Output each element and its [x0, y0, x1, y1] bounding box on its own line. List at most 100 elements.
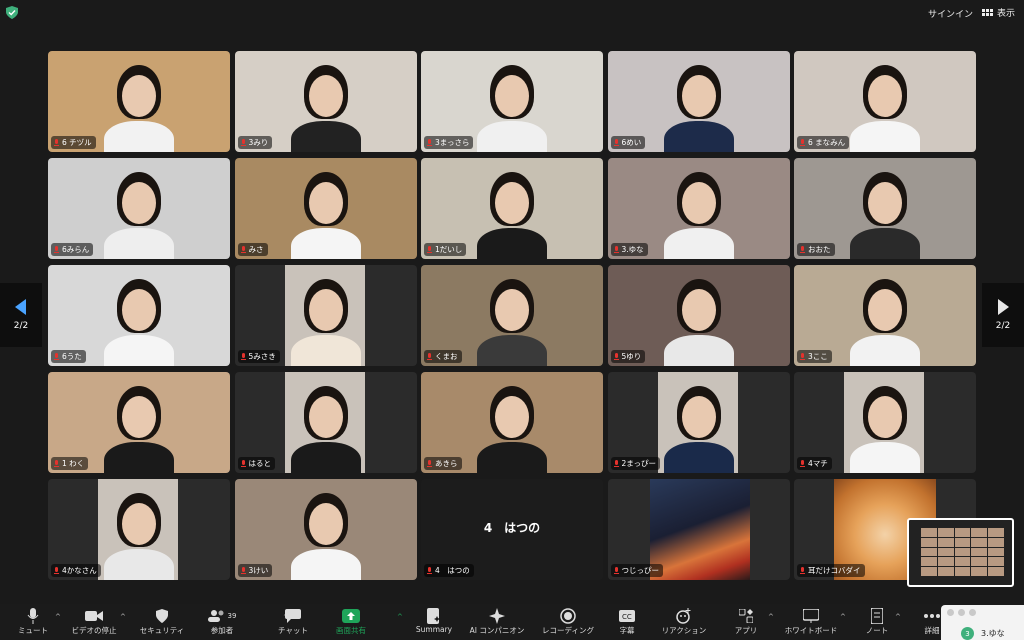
muted-mic-icon	[613, 459, 619, 468]
self-view-thumbnail[interactable]	[907, 518, 1014, 587]
share-screen-button[interactable]: 画面共有	[316, 607, 386, 636]
mini-tile	[937, 537, 954, 547]
participant-name-label: あきら	[424, 457, 462, 470]
video-tile[interactable]: 6みらん	[48, 158, 230, 259]
muted-mic-icon	[54, 352, 59, 361]
muted-mic-icon	[427, 352, 432, 361]
toolbar-label: AI コンパニオン	[469, 626, 525, 635]
muted-mic-icon	[427, 245, 432, 254]
muted-mic-icon	[54, 566, 59, 575]
participant-name-label: 6 まなみん	[797, 136, 850, 149]
video-tile[interactable]: 4 はつの 4 はつの	[421, 479, 603, 580]
participant-name-label: 6 チヅル	[51, 136, 96, 149]
mini-tile	[954, 567, 971, 576]
chevron-up-icon[interactable]: ^	[768, 613, 774, 621]
chevron-right-icon	[998, 299, 1009, 315]
mini-tile	[971, 547, 988, 557]
muted-mic-icon	[800, 138, 805, 147]
participant-name-label: 耳だけコバダイ	[797, 564, 865, 577]
signin-button[interactable]: サインイン	[928, 7, 973, 20]
reaction-button[interactable]: リアクション	[649, 607, 719, 636]
participant-count: 39	[227, 612, 237, 620]
muted-mic-icon	[800, 245, 805, 254]
apps-icon	[739, 607, 753, 625]
toolbar-label: チャット	[278, 626, 308, 635]
muted-mic-icon	[427, 138, 432, 147]
muted-mic-icon	[613, 566, 619, 575]
video-tile[interactable]: 3ここ	[794, 265, 976, 366]
muted-mic-icon	[800, 352, 805, 361]
mini-tile	[954, 528, 971, 537]
muted-mic-icon	[54, 138, 59, 147]
page-indicator-right: 2/2	[995, 321, 1011, 331]
participant-name-label: 5みさき	[237, 350, 280, 363]
video-tile[interactable]: 5みさき	[234, 265, 417, 366]
previous-page-button[interactable]: 2/2	[0, 283, 42, 347]
mini-tile	[921, 557, 937, 567]
participant-name: あきら	[435, 459, 458, 468]
video-tile[interactable]: あきら	[421, 372, 603, 473]
video-tile[interactable]: 6 チヅル	[48, 51, 230, 152]
participant-name-label: 4 はつの	[424, 564, 474, 577]
video-tile[interactable]: みさ	[234, 158, 417, 259]
video-tile[interactable]: 3みり	[234, 51, 417, 152]
participant-name-label: 3みり	[237, 136, 273, 149]
participant-name: 4マチ	[808, 459, 828, 468]
participant-name-label: 3けい	[237, 564, 273, 577]
muted-mic-icon	[427, 566, 432, 575]
participants-button[interactable]: 39 参加者	[187, 607, 257, 636]
video-tile[interactable]: 5ゆり	[607, 265, 790, 366]
notification-badge: 3	[961, 627, 974, 640]
participant-name: 4 はつの	[435, 566, 470, 575]
chat-notification-popup[interactable]: 3 3.ゆな	[941, 605, 1024, 640]
participant-name-label: 3まっさら	[424, 136, 474, 149]
video-tile[interactable]: つじっぴー	[607, 479, 790, 580]
muted-mic-icon	[240, 352, 246, 361]
video-tile[interactable]: 6めい	[607, 51, 790, 152]
video-tile[interactable]: はると	[234, 372, 417, 473]
next-page-button[interactable]: 2/2	[982, 283, 1024, 347]
security-shield-icon[interactable]	[6, 6, 18, 19]
chat-icon	[285, 607, 301, 625]
video-tile[interactable]: くまお	[421, 265, 603, 366]
mini-tile	[971, 567, 988, 576]
participant-name-label: 4かなさん	[51, 564, 101, 577]
participant-name-label: 6うた	[51, 350, 86, 363]
muted-mic-icon	[240, 138, 246, 147]
mini-tile	[971, 537, 988, 547]
video-tile[interactable]: 6 まなみん	[794, 51, 976, 152]
mini-tile	[921, 528, 937, 537]
video-tile[interactable]: 4マチ	[794, 372, 976, 473]
whiteboard-icon	[803, 607, 819, 625]
summary-button[interactable]: Summary	[399, 607, 469, 634]
captions-icon: CC	[619, 607, 635, 625]
mini-tile	[954, 557, 971, 567]
video-tile[interactable]: おおた	[794, 158, 976, 259]
muted-mic-icon	[800, 566, 805, 575]
video-tile[interactable]: 4かなさん	[48, 479, 230, 580]
toolbar-label: Summary	[415, 625, 453, 634]
microphone-button[interactable]: ミュート	[0, 607, 68, 636]
apps-button[interactable]: アプリ	[711, 607, 781, 636]
video-camera-button[interactable]: ビデオの停止	[59, 607, 129, 636]
whiteboard-button[interactable]: ホワイトボード	[776, 607, 846, 636]
ai-sparkle-button[interactable]: AI コンパニオン	[462, 607, 532, 636]
participant-name: 3けい	[248, 566, 269, 575]
participant-name-label: 2まっぴー	[610, 457, 660, 470]
muted-mic-icon	[240, 566, 246, 575]
toolbar-label: ホワイトボード	[784, 626, 838, 635]
video-tile[interactable]: 3まっさら	[421, 51, 603, 152]
video-tile[interactable]: 1 わく	[48, 372, 230, 473]
participants-icon: 39	[207, 607, 237, 625]
toolbar-label: 画面共有	[336, 626, 366, 635]
video-tile[interactable]: 3.ゆな	[607, 158, 790, 259]
video-camera-icon	[85, 607, 103, 625]
participant-name: 2まっぴー	[621, 459, 656, 468]
page-indicator-left: 2/2	[13, 321, 29, 331]
video-tile[interactable]: 2まっぴー	[607, 372, 790, 473]
chevron-up-icon[interactable]: ^	[120, 613, 126, 621]
video-tile[interactable]: 6うた	[48, 265, 230, 366]
view-button[interactable]: 表示	[982, 6, 1015, 19]
video-tile[interactable]: 1だいし	[421, 158, 603, 259]
video-tile[interactable]: 3けい	[234, 479, 417, 580]
